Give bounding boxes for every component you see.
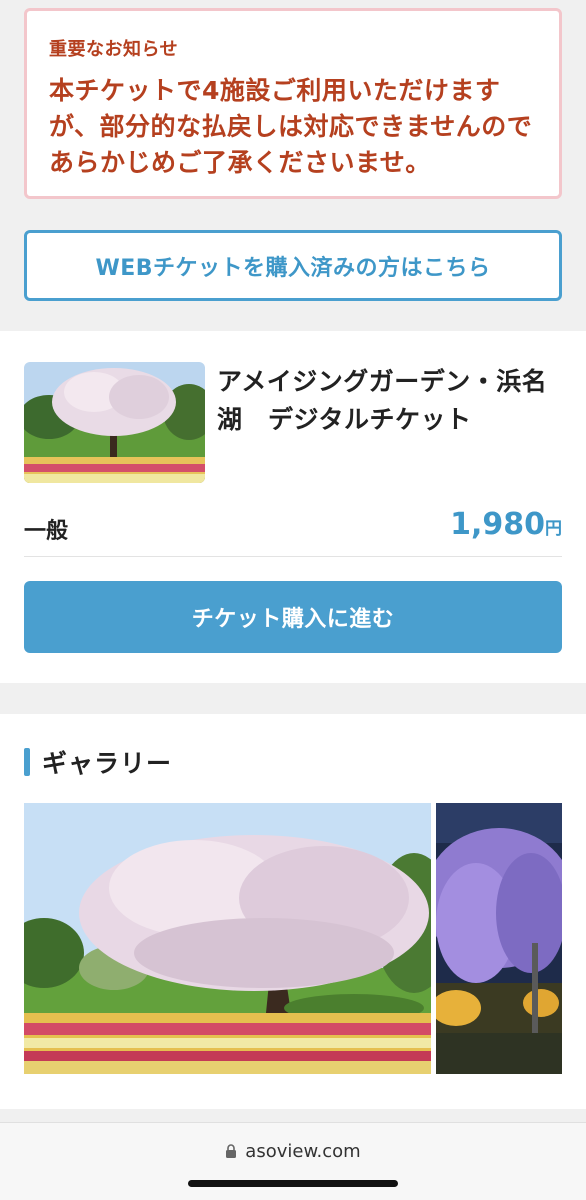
lock-icon [225, 1144, 237, 1159]
heading-accent-bar [24, 748, 30, 776]
price-type: 一般 [24, 519, 69, 544]
price-row: 一般 1,980円 [24, 505, 562, 557]
price-currency: 円 [545, 519, 562, 539]
gallery-title: ギャラリー [42, 749, 173, 778]
price-amount: 1,980 [450, 507, 545, 542]
gallery-heading: ギャラリー [24, 748, 172, 778]
home-indicator[interactable] [188, 1180, 398, 1187]
product-name: アメイジングガーデン・浜名湖 デジタルチケット [217, 367, 548, 434]
buy-ticket-button[interactable]: チケット購入に進む [24, 581, 562, 653]
notice-body: 本チケットで4施設ご利用いただけますが、部分的な払戻しは対応できませんのであらか… [49, 76, 533, 177]
product-thumbnail[interactable] [24, 362, 205, 483]
url-text: asoview.com [245, 1141, 361, 1162]
product-section: アメイジングガーデン・浜名湖 デジタルチケット 一般 1,980円 チケット購入… [0, 331, 586, 683]
purchased-ticket-button[interactable]: WEBチケットを購入済みの方はこちら [24, 230, 562, 301]
gallery-section: ギャラリー [0, 714, 586, 1109]
important-notice: 重要なお知らせ 本チケットで4施設ご利用いただけますが、部分的な払戻しは対応でき… [24, 8, 562, 199]
url-display[interactable]: asoview.com [0, 1141, 586, 1162]
browser-address-bar: asoview.com [0, 1122, 586, 1200]
page: 重要なお知らせ 本チケットで4施設ご利用いただけますが、部分的な払戻しは対応でき… [0, 0, 586, 1200]
notice-title: 重要なお知らせ [49, 39, 179, 60]
gallery-image-cherry-blossom[interactable] [24, 803, 431, 1074]
gallery-image-wisteria[interactable] [436, 803, 562, 1074]
price: 1,980円 [450, 507, 562, 542]
